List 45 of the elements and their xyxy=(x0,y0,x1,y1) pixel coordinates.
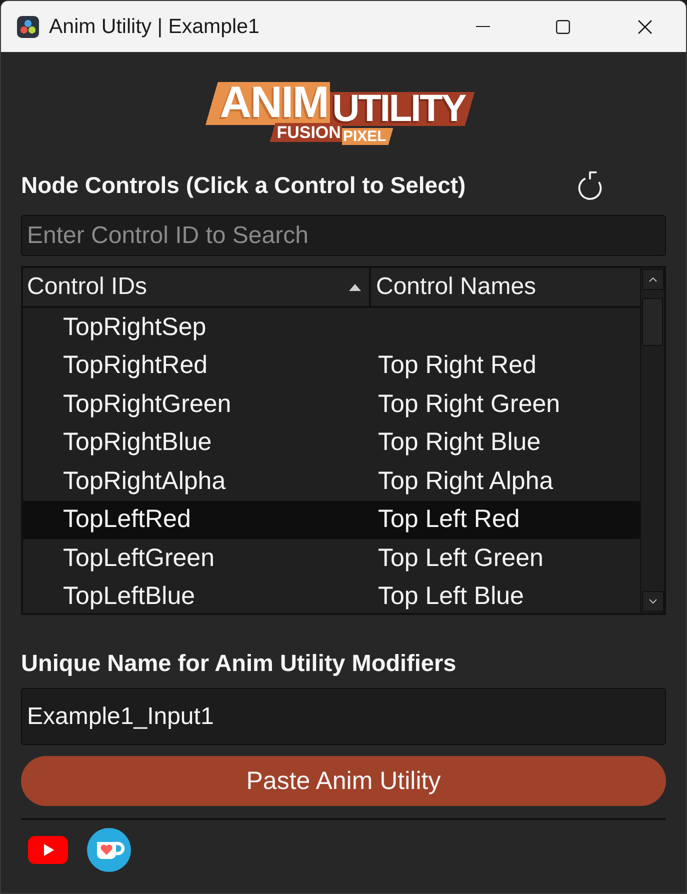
table-row[interactable]: TopLeftGreen Top Left Green xyxy=(23,539,640,578)
app-icon xyxy=(17,16,39,38)
logo-subtitle: PIXEL xyxy=(342,128,394,145)
table-cell-text: Top Right Blue xyxy=(377,428,541,458)
table-cell-text: Top Left Blue xyxy=(377,582,524,612)
logo-title: ANIM xyxy=(204,82,330,125)
table-row[interactable]: TopRightBlue Top Right Blue xyxy=(23,424,640,462)
column-header[interactable]: Control Names xyxy=(371,268,640,306)
paste-button[interactable]: Paste Anim Utility xyxy=(21,756,666,806)
section-heading: Node Controls (Click a Control to Select) xyxy=(21,172,466,198)
name-input-field[interactable]: Example1_Input1 xyxy=(21,688,666,745)
play-icon[interactable] xyxy=(28,836,68,864)
logo-subtitle: FUSION xyxy=(268,123,342,142)
table-row[interactable]: TopRightGreen Top Right Green xyxy=(23,385,640,424)
table-row[interactable]: TopRightRed Top Right Red xyxy=(23,346,640,385)
chevron-up-icon xyxy=(649,277,657,282)
table-row[interactable]: TopRightSep xyxy=(23,308,640,346)
maximize-icon xyxy=(556,20,570,34)
table-cell-text: TopLeftGreen xyxy=(62,544,216,573)
window-title: Anim Utility | Example1 xyxy=(49,14,260,38)
search-field[interactable]: Enter Control ID to Search xyxy=(21,215,666,256)
table-cell-text: Top Left Green xyxy=(377,544,544,573)
field-label: Unique Name for Anim Utility Modifiers xyxy=(21,649,458,678)
table-cell-text: Top Left Red xyxy=(377,505,520,534)
refresh-icon[interactable] xyxy=(578,170,602,200)
table-row[interactable]: TopRightAlpha Top Right Alpha xyxy=(23,462,640,500)
column-header[interactable]: Control IDs xyxy=(23,268,371,306)
table-row[interactable]: TopLeftBlue Top Left Blue xyxy=(23,578,640,613)
close-icon xyxy=(638,20,652,34)
table-cell-text: TopRightRed xyxy=(62,351,209,380)
minimize-icon xyxy=(476,26,490,27)
table-cell-text: TopLeftRed xyxy=(62,505,192,534)
table-cell-text: TopRightGreen xyxy=(62,390,232,419)
scroll-down-button[interactable] xyxy=(642,591,664,612)
table-cell-text: Top Right Green xyxy=(377,390,560,419)
scroll-up-button[interactable] xyxy=(642,269,664,290)
table-cell-text: Top Right Alpha xyxy=(377,466,554,496)
table-cell-text: TopLeftBlue xyxy=(62,582,196,612)
scrollbar[interactable] xyxy=(640,268,664,613)
table-cell-text: TopRightAlpha xyxy=(62,466,227,496)
table-row[interactable]: TopLeftRed Top Left Red xyxy=(23,500,640,539)
table-cell-text: TopRightBlue xyxy=(62,428,213,458)
table-cell-text: Top Right Red xyxy=(377,351,536,380)
chevron-down-icon xyxy=(649,599,657,604)
table-cell-text: TopRightSep xyxy=(62,312,208,342)
